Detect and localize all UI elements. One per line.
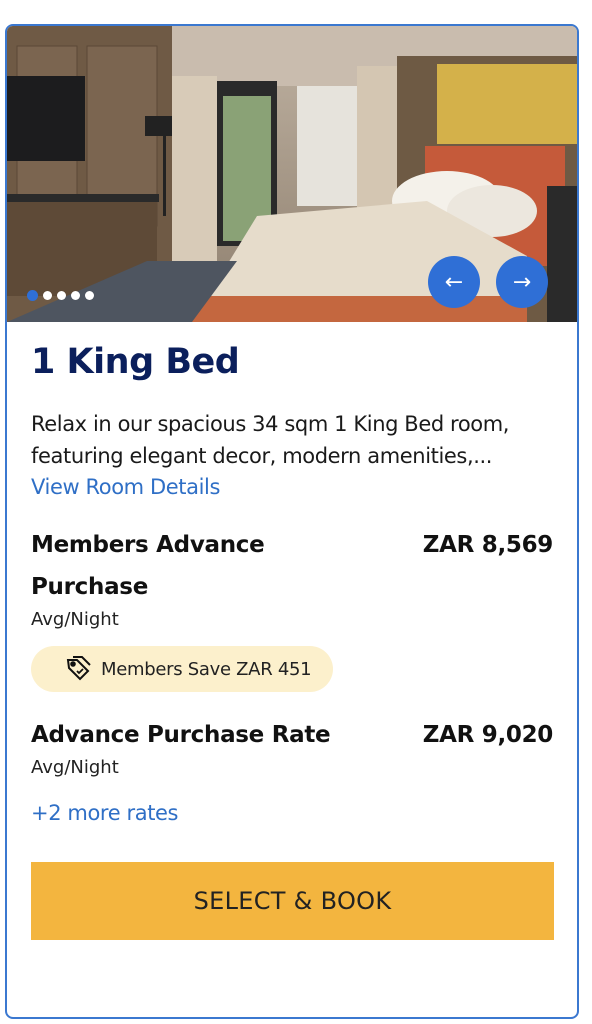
carousel-dots (27, 290, 94, 301)
carousel-dot-2[interactable] (43, 291, 52, 300)
view-room-details-link[interactable]: View Room Details (31, 472, 553, 502)
rate-name: Advance Purchase Rate (31, 722, 331, 748)
room-photo (7, 26, 577, 322)
rate-unit: Avg/Night (31, 757, 119, 778)
carousel-dot-4[interactable] (71, 291, 80, 300)
rate-price: ZAR 9,020 (422, 722, 554, 748)
room-title: 1 King Bed (31, 342, 240, 382)
select-and-book-button[interactable]: SELECT & BOOK (31, 862, 554, 940)
carousel-next-button[interactable]: → (496, 256, 548, 308)
rate-option[interactable]: Members Advance Purchase ZAR 8,569 Avg/N… (31, 524, 553, 692)
more-rates-link[interactable]: +2 more rates (31, 798, 553, 828)
room-description: Relax in our spacious 34 sqm 1 King Bed … (31, 412, 510, 468)
badge-label: Members Save ZAR 451 (101, 658, 312, 680)
room-card: ← → 1 King Bed Relax in our spacious 34 … (5, 24, 579, 1019)
rate-unit: Avg/Night (31, 609, 119, 630)
room-content: 1 King Bed Relax in our spacious 34 sqm … (7, 340, 577, 940)
rate-price: ZAR 8,569 (422, 532, 554, 558)
rate-option[interactable]: Advance Purchase Rate ZAR 9,020 Avg/Nigh… (31, 714, 553, 780)
carousel-dot-5[interactable] (85, 291, 94, 300)
carousel-dot-3[interactable] (57, 291, 66, 300)
carousel-dot-1[interactable] (27, 290, 38, 301)
arrow-left-icon: ← (444, 269, 464, 295)
carousel-prev-button[interactable]: ← (428, 256, 480, 308)
rate-name: Members Advance Purchase (31, 532, 265, 600)
price-tag-icon (66, 656, 91, 681)
room-photo-carousel[interactable]: ← → (7, 26, 577, 322)
members-savings-badge: Members Save ZAR 451 (31, 646, 334, 692)
arrow-right-icon: → (512, 269, 532, 295)
